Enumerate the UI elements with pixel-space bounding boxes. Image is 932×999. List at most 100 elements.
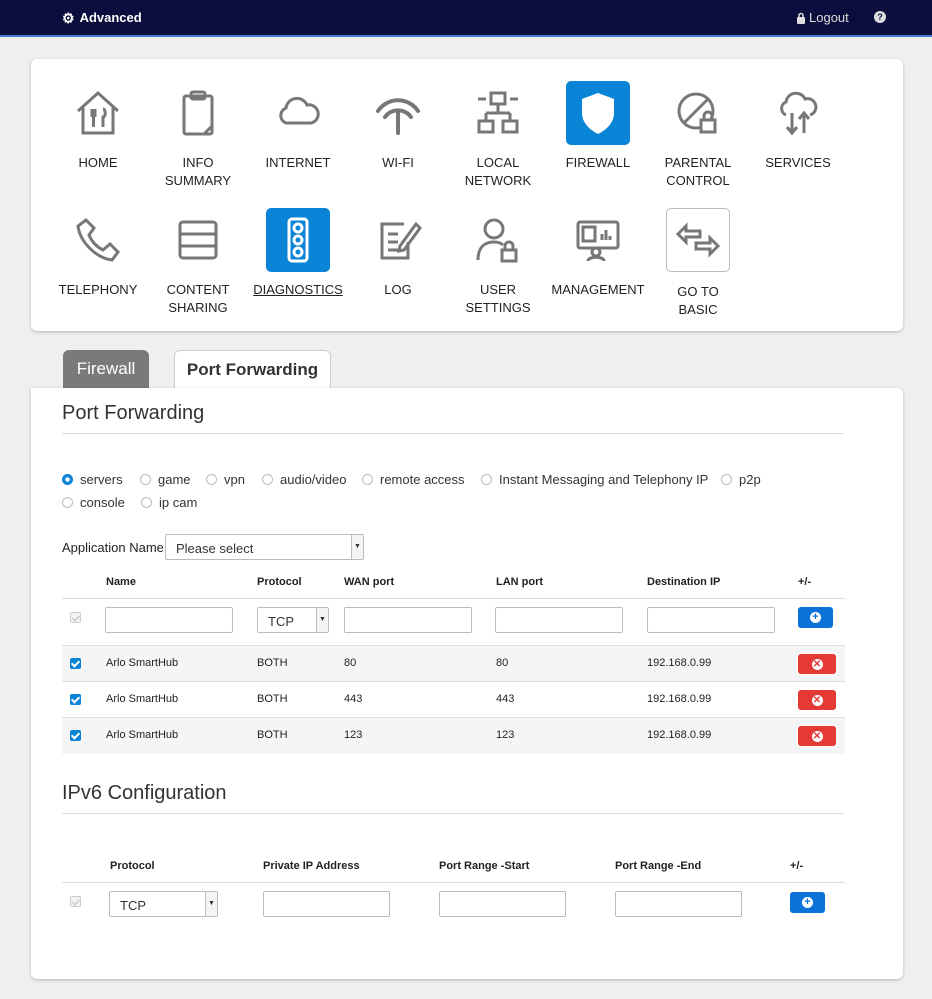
radio-dot — [206, 474, 217, 485]
nav-label-user-settings: USER SETTINGS — [465, 282, 531, 315]
lock-icon — [797, 12, 805, 24]
close-icon: ✕ — [811, 694, 823, 706]
tab-firewall[interactable]: Firewall — [63, 350, 149, 388]
row-destination-ip: 192.168.0.99 — [647, 657, 712, 669]
nav-tile-services[interactable]: SERVICES — [748, 81, 848, 172]
nav-tile-go-to-basic[interactable]: GO TO BASIC — [648, 208, 748, 319]
radio-game[interactable]: game — [140, 472, 191, 487]
application-name-select[interactable]: Please select ▼ — [165, 534, 364, 560]
row-protocol: BOTH — [257, 729, 288, 741]
nav-tile-log[interactable]: LOG — [348, 208, 448, 299]
new-destination-ip-input[interactable] — [647, 607, 775, 633]
ipv6-col-port-start: Port Range -Start — [439, 860, 530, 872]
delete-rule-button[interactable]: ✕ — [798, 654, 836, 674]
ipv6-col-port-end: Port Range -End — [615, 860, 702, 872]
radio-dot — [141, 497, 152, 508]
radio-p2p[interactable]: p2p — [721, 472, 761, 487]
arrows-swap-icon — [666, 208, 730, 272]
nav-tile-content-sharing[interactable]: CONTENT SHARING — [148, 208, 248, 317]
delete-rule-button[interactable]: ✕ — [798, 726, 836, 746]
clipboard-icon — [166, 81, 230, 145]
table-row — [62, 718, 845, 754]
advanced-menu[interactable]: ⚙ Advanced — [62, 10, 142, 25]
radio-label: console — [80, 495, 125, 510]
radio-label: Instant Messaging and Telephony IP — [499, 472, 709, 487]
ipv6-port-end-input[interactable] — [615, 891, 742, 917]
row-checkbox[interactable] — [70, 730, 81, 741]
top-bar: ⚙ Advanced Logout ? — [0, 0, 932, 37]
nav-label-internet: INTERNET — [265, 155, 331, 170]
table-row — [62, 682, 845, 718]
nav-tile-info-summary[interactable]: INFO SUMMARY — [148, 81, 248, 190]
network-icon — [466, 81, 530, 145]
new-wan-port-input[interactable] — [344, 607, 472, 633]
radio-dot — [721, 474, 732, 485]
row-protocol: BOTH — [257, 657, 288, 669]
radio-console[interactable]: console — [62, 495, 125, 510]
nav-tile-telephony[interactable]: TELEPHONY — [48, 208, 148, 299]
close-icon: ✕ — [811, 658, 823, 670]
nav-tile-firewall[interactable]: FIREWALL — [548, 81, 648, 172]
app-title: Advanced — [79, 10, 142, 25]
row-checkbox[interactable] — [70, 658, 81, 669]
ipv6-add-button[interactable]: + — [790, 892, 825, 913]
nav-tile-parental-control[interactable]: PARENTAL CONTROL — [648, 81, 748, 190]
row-name: Arlo SmartHub — [106, 729, 179, 741]
ipv6-protocol-select[interactable]: TCP ▼ — [109, 891, 218, 917]
radio-audio-video[interactable]: audio/video — [262, 472, 347, 487]
cloud-icon — [266, 81, 330, 145]
nav-tile-diagnostics[interactable]: DIAGNOSTICS — [248, 208, 348, 299]
ipv6-port-start-input[interactable] — [439, 891, 566, 917]
radio-ip-cam[interactable]: ip cam — [141, 495, 197, 510]
radio-label: p2p — [739, 472, 761, 487]
radio-dot — [140, 474, 151, 485]
new-row-checkbox — [70, 612, 81, 623]
nav-tile-user-settings[interactable]: USER SETTINGS — [448, 208, 548, 317]
wifi-icon — [366, 81, 430, 145]
radio-instant-messaging[interactable]: Instant Messaging and Telephony IP — [481, 472, 708, 487]
radio-vpn[interactable]: vpn — [206, 472, 245, 487]
user-lock-icon — [466, 208, 530, 272]
logout-button[interactable]: Logout — [796, 10, 849, 25]
new-protocol-select[interactable]: TCP ▼ — [257, 607, 329, 633]
row-lan-port: 443 — [496, 693, 515, 705]
delete-rule-button[interactable]: ✕ — [798, 690, 836, 710]
tab-port-forwarding[interactable]: Port Forwarding — [174, 350, 331, 390]
row-wan-port: 123 — [344, 729, 363, 741]
radio-dot — [362, 474, 373, 485]
radio-label: audio/video — [280, 472, 347, 487]
col-destination-ip: Destination IP — [647, 576, 721, 588]
row-protocol: BOTH — [257, 693, 288, 705]
nav-tile-wifi[interactable]: WI-FI — [348, 81, 448, 172]
row-name: Arlo SmartHub — [106, 693, 179, 705]
shield-icon — [566, 81, 630, 145]
col-lan-port: LAN port — [496, 576, 544, 588]
ipv6-private-ip-input[interactable] — [263, 891, 390, 917]
row-wan-port: 80 — [344, 657, 357, 669]
radio-servers[interactable]: servers — [62, 472, 123, 487]
col-add-remove: +/- — [798, 576, 812, 588]
nav-label-local-network: LOCAL NETWORK — [464, 155, 532, 188]
nav-tile-management[interactable]: MANAGEMENT — [548, 208, 648, 299]
new-lan-port-input[interactable] — [495, 607, 623, 633]
new-name-input[interactable] — [105, 607, 233, 633]
port-forwarding-heading: Port Forwarding — [62, 402, 205, 424]
row-lan-port: 80 — [496, 657, 509, 669]
nav-label-info-summary: INFO SUMMARY — [164, 155, 232, 188]
radio-remote-access[interactable]: remote access — [362, 472, 465, 487]
plus-icon: + — [802, 897, 813, 908]
help-icon[interactable]: ? — [874, 11, 886, 23]
radio-label: servers — [80, 472, 123, 487]
nav-tile-local-network[interactable]: LOCAL NETWORK — [448, 81, 548, 190]
nav-label-services: SERVICES — [765, 155, 831, 170]
add-rule-button[interactable]: + — [798, 607, 833, 628]
nav-tile-internet[interactable]: INTERNET — [248, 81, 348, 172]
nav-label-content-sharing: CONTENT SHARING — [166, 282, 230, 315]
nav-label-management: MANAGEMENT — [551, 282, 645, 297]
phone-icon — [66, 208, 130, 272]
row-checkbox[interactable] — [70, 694, 81, 705]
table-row — [62, 646, 845, 682]
row-lan-port: 123 — [496, 729, 515, 741]
nav-tile-home[interactable]: HOME — [48, 81, 148, 172]
radio-label: remote access — [380, 472, 465, 487]
